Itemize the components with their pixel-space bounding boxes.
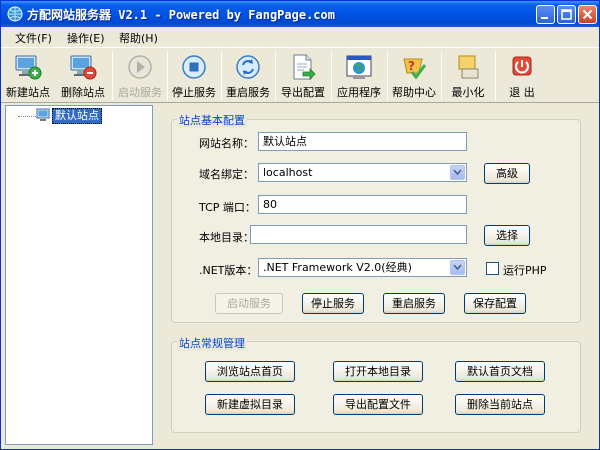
toolbar-delete-site-button[interactable]: 删除站点 — [57, 50, 109, 102]
site-name-input[interactable]: 默认站点 — [258, 132, 467, 151]
window-title: 方配网站服务器 V2.1 - Powered by FangPage.com — [27, 8, 335, 22]
toolbar-label: 应用程序 — [337, 86, 381, 99]
toolbar-separator — [112, 52, 113, 100]
app-window: 方配网站服务器 V2.1 - Powered by FangPage.com 文… — [0, 0, 600, 450]
tree-item-default-site[interactable]: 默认站点 — [52, 108, 102, 124]
chevron-down-icon — [453, 169, 462, 176]
toolbar-label: 删除站点 — [61, 86, 105, 99]
toolbar-label: 退 出 — [509, 86, 535, 99]
toolbar-separator — [387, 52, 388, 100]
domain-select[interactable]: localhost — [258, 163, 467, 182]
dotnet-version-label: .NET版本： — [199, 264, 258, 277]
site-tree[interactable]: 默认站点 — [5, 105, 153, 445]
dotnet-version-value: .NET Framework V2.0(经典) — [263, 261, 412, 274]
stop-service-button[interactable]: 停止服务 — [302, 293, 364, 314]
exit-icon — [512, 56, 532, 76]
application-icon — [346, 55, 372, 79]
restart-service-button[interactable]: 重启服务 — [383, 293, 445, 314]
toolbar-label: 停止服务 — [172, 86, 216, 99]
minimize-window-button[interactable] — [536, 5, 555, 24]
menu-operation[interactable]: 操作(E) — [67, 30, 105, 46]
toolbar-help-center-button[interactable]: ? 帮助中心 — [389, 50, 439, 102]
browse-button[interactable]: 选择 — [484, 225, 530, 246]
tcp-port-input[interactable]: 80 — [258, 195, 467, 214]
site-icon — [36, 108, 50, 121]
minimize-icon — [458, 55, 479, 79]
save-config-button[interactable]: 保存配置 — [464, 293, 526, 314]
default-doc-button[interactable]: 默认首页文档 — [455, 361, 545, 382]
run-php-checkbox[interactable] — [486, 262, 499, 275]
toolbar: 新建站点 删除站点 启动服务 停止服务 重启服务 导出配置 应用程序 ? 帮助中… — [1, 47, 599, 103]
start-service-button[interactable]: 启动服务 — [215, 293, 283, 314]
toolbar-label: 新建站点 — [6, 86, 50, 99]
toolbar-separator — [167, 52, 168, 100]
export-icon — [293, 54, 316, 80]
toolbar-separator — [331, 52, 332, 100]
delete-site-button[interactable]: 删除当前站点 — [455, 394, 545, 415]
domain-label: 域名绑定： — [199, 168, 254, 181]
dropdown-arrow[interactable] — [450, 165, 465, 180]
tcp-port-label: TCP 端口： — [199, 201, 256, 214]
toolbar-separator — [495, 52, 496, 100]
new-virtual-dir-button[interactable]: 新建虚拟目录 — [205, 394, 295, 415]
dotnet-version-select[interactable]: .NET Framework V2.0(经典) — [258, 258, 467, 277]
toolbar-export-config-button[interactable]: 导出配置 — [277, 50, 329, 102]
browse-homepage-button[interactable]: 浏览站点首页 — [205, 361, 295, 382]
delete-site-icon — [70, 55, 97, 80]
basic-config-title: 站点基本配置 — [177, 112, 247, 128]
svg-text:?: ? — [408, 59, 415, 73]
domain-select-value: localhost — [263, 166, 313, 179]
open-local-dir-button[interactable]: 打开本地目录 — [333, 361, 423, 382]
dropdown-arrow[interactable] — [450, 260, 465, 275]
chevron-down-icon — [453, 264, 462, 271]
toolbar-minimize-button[interactable]: 最小化 — [443, 50, 493, 102]
toolbar-separator — [221, 52, 222, 100]
toolbar-separator — [441, 52, 442, 100]
export-config-file-button[interactable]: 导出配置文件 — [333, 394, 423, 415]
restart-icon — [236, 55, 260, 79]
toolbar-label: 帮助中心 — [392, 86, 436, 99]
toolbar-label: 重启服务 — [226, 86, 270, 99]
local-dir-input[interactable] — [250, 225, 467, 244]
toolbar-separator — [275, 52, 276, 100]
menu-file[interactable]: 文件(F) — [15, 30, 52, 46]
toolbar-label: 导出配置 — [281, 86, 325, 99]
toolbar-application-button[interactable]: 应用程序 — [333, 50, 385, 102]
minimize-icon — [541, 17, 548, 19]
new-site-icon — [15, 55, 42, 80]
toolbar-exit-button[interactable]: 退 出 — [497, 50, 547, 102]
advanced-button[interactable]: 高级 — [484, 163, 530, 184]
maximize-window-button[interactable] — [557, 5, 576, 24]
site-name-label: 网站名称： — [199, 137, 254, 150]
maximize-icon — [561, 9, 572, 20]
toolbar-label: 最小化 — [451, 86, 485, 99]
toolbar-restart-service-button[interactable]: 重启服务 — [223, 50, 273, 102]
toolbar-stop-service-button[interactable]: 停止服务 — [169, 50, 219, 102]
content-panel: 站点基本配置 网站名称： 默认站点 域名绑定： localhost 高级 TCP… — [157, 105, 597, 445]
menu-bar: 文件(F) 操作(E) 帮助(H) — [1, 27, 599, 47]
local-dir-label: 本地目录： — [199, 231, 254, 244]
help-icon: ? — [403, 58, 427, 80]
close-icon — [582, 9, 593, 20]
title-bar[interactable]: 方配网站服务器 V2.1 - Powered by FangPage.com — [1, 1, 599, 27]
toolbar-label: 启动服务 — [118, 86, 162, 99]
stop-icon — [182, 55, 206, 79]
toolbar-start-service-button[interactable]: 启动服务 — [115, 50, 165, 102]
toolbar-new-site-button[interactable]: 新建站点 — [3, 50, 53, 102]
close-window-button[interactable] — [578, 5, 597, 24]
management-title: 站点常规管理 — [177, 335, 247, 351]
run-php-label: 运行PHP — [503, 264, 547, 277]
menu-help[interactable]: 帮助(H) — [119, 30, 158, 46]
play-icon — [128, 55, 152, 79]
management-group — [171, 341, 581, 433]
app-globe-icon — [7, 6, 23, 22]
